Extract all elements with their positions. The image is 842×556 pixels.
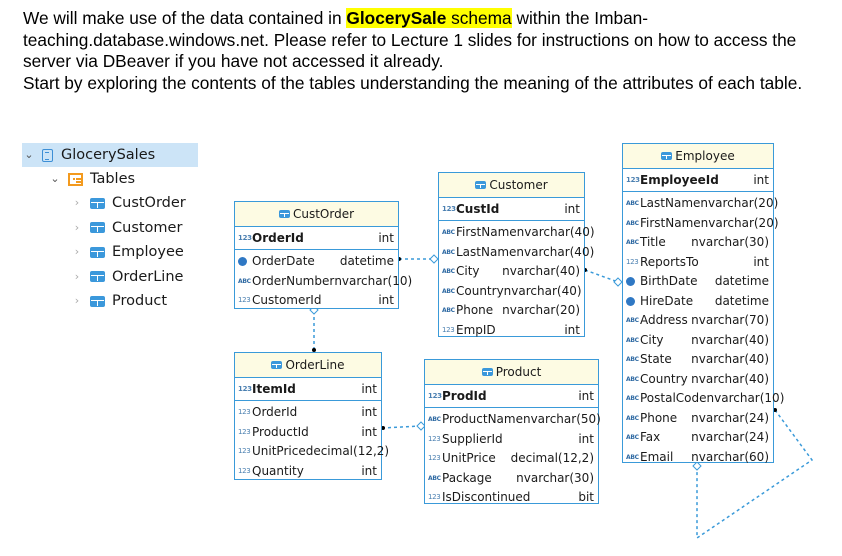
column-row: ABC FirstName nvarchar(40) [439,223,595,243]
column-row: ABC State nvarchar(40) [623,350,773,370]
column-row: 123 UnitPrice decimal(12,2) [425,449,598,469]
numeric-type-icon: 123 [238,385,252,393]
column-row: ABC Title nvarchar(30) [623,233,773,253]
string-type-icon: ABC [626,453,639,461]
numeric-type-icon: 123 [442,325,455,334]
string-type-icon: ABC [626,414,639,422]
table-icon [475,181,487,189]
string-type-icon: ABC [442,229,455,236]
column-row: 123 EmpID int [439,321,584,341]
datetime-type-icon [626,296,635,306]
numeric-type-icon: 123 [238,466,251,475]
string-type-icon: ABC [442,248,455,256]
column-row: 123 OrderId int [235,403,381,423]
string-type-icon: ABC [626,375,639,383]
column-row: 123 ProductId int [235,423,381,443]
string-type-icon: ABC [626,395,639,402]
numeric-type-icon: 123 [238,447,251,455]
string-type-icon: ABC [442,268,455,275]
pk-column: 123 OrderId int [235,227,398,250]
column-row: 123 SupplierId int [425,430,598,450]
column-row: 123 ReportsTo int [623,253,773,273]
column-row: ABC Phone nvarchar(20) [439,301,584,321]
column-row: ABC OrderNumber nvarchar(10) [235,272,412,292]
column-row: ABC LastName nvarchar(20) [623,194,778,214]
column-row: ABC Package nvarchar(30) [425,469,598,489]
string-type-icon: ABC [442,287,455,295]
entity-employee[interactable]: Employee 123 EmployeeId int ABC LastName nva… [622,143,784,464]
numeric-type-icon: 123 [428,493,441,501]
column-row: HireDate datetime [623,292,773,312]
string-type-icon: ABC [626,317,639,324]
numeric-type-icon: 123 [428,434,441,443]
entity-header: Product [425,360,598,385]
string-type-icon: ABC [428,474,441,482]
column-row: ABC FirstName nvarchar(20) [623,214,779,234]
column-row: ABC Email nvarchar(60) [623,448,773,468]
numeric-type-icon: 123 [442,205,456,213]
string-type-icon: ABC [626,356,639,363]
column-row: 123 Quantity int [235,462,381,482]
column-row: ABC City nvarchar(40) [623,331,773,351]
datetime-type-icon [626,277,635,287]
column-row: ABC Phone nvarchar(24) [623,409,773,429]
column-row: 123 CustomerId int [235,291,398,311]
entity-orderline[interactable]: OrderLine 123 ItemId int 123 OrderId int 123… [234,352,389,482]
link-end-diamond [613,277,623,287]
pk-column: 123 ItemId int [235,378,381,401]
column-row: BirthDate datetime [623,272,773,292]
column-row: ABC Fax nvarchar(24) [623,428,773,448]
link-end-diamond [429,254,439,264]
table-icon [661,152,673,160]
link-customer-employee [584,269,619,283]
entity-customer[interactable]: Customer 123 CustId int ABC FirstName nvarch… [438,172,595,337]
column-row: 123 IsDiscontinued bit [425,488,598,508]
numeric-type-icon: 123 [238,408,251,416]
entity-custorder[interactable]: CustOrder 123 OrderId int OrderDate datetim… [234,201,412,311]
string-type-icon: ABC [626,200,639,207]
numeric-type-icon: 123 [428,392,442,400]
string-type-icon: ABC [626,434,639,441]
entity-header: Employee [623,144,773,169]
datetime-type-icon [238,257,247,267]
column-row: ABC Country nvarchar(40) [623,370,773,390]
pk-column: 123 ProdId int [425,385,598,408]
numeric-type-icon: 123 [626,176,640,184]
numeric-type-icon: 123 [238,234,252,242]
pk-column: 123 CustId int [439,198,584,221]
column-row: ABC PostalCode nvarchar(10) [623,389,784,409]
column-row: ABC Country nvarchar(40) [439,282,584,302]
link-orderline-product [381,425,422,429]
string-type-icon: ABC [626,336,639,344]
string-type-icon: ABC [238,277,251,285]
numeric-type-icon: 123 [428,454,441,462]
entity-product[interactable]: Product 123 ProdId int ABC ProductName nvarc… [424,359,601,504]
numeric-type-icon: 123 [238,427,251,436]
string-type-icon: ABC [626,219,639,227]
numeric-type-icon: 123 [238,296,251,304]
column-row: ABC Address nvarchar(70) [623,311,773,331]
numeric-type-icon: 123 [626,257,639,266]
string-type-icon: ABC [626,239,639,246]
entity-header: Customer [439,173,584,198]
column-row: 123 UnitPrice decimal(12,2) [235,442,389,462]
entity-header: CustOrder [235,202,398,227]
entity-header: OrderLine [235,353,381,378]
table-icon [481,368,493,376]
string-type-icon: ABC [428,416,441,423]
table-icon [278,210,290,218]
table-icon [271,361,283,369]
column-row: ABC ProductName nvarchar(50) [425,410,601,430]
pk-column: 123 EmployeeId int [623,169,773,192]
string-type-icon: ABC [442,307,455,314]
column-row: ABC City nvarchar(40) [439,262,584,282]
column-row: ABC LastName nvarchar(40) [439,243,594,263]
column-row: OrderDate datetime [235,252,398,272]
